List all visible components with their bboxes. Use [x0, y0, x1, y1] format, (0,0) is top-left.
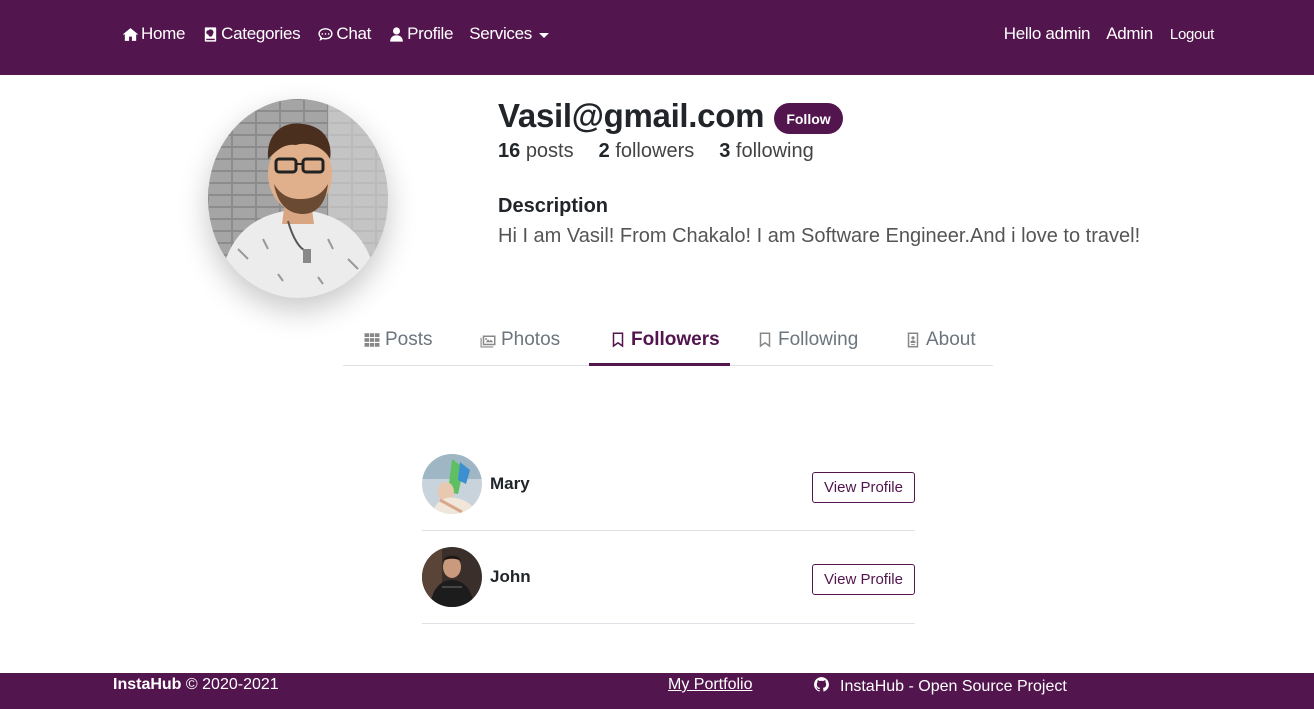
followers-list: Mary View Profile John View Profile: [422, 440, 915, 624]
avatar[interactable]: [422, 547, 482, 607]
nav-services-dropdown[interactable]: Services: [469, 24, 549, 44]
tab-about-label: About: [926, 329, 976, 350]
tab-photos-label: Photos: [501, 329, 561, 350]
nav-admin[interactable]: Admin: [1106, 24, 1153, 44]
bookmark-icon: [609, 331, 627, 349]
nav-services-label: Services: [469, 24, 532, 43]
follower-name[interactable]: Mary: [490, 474, 530, 494]
avatar[interactable]: [422, 454, 482, 514]
tab-followers-label: Followers: [631, 329, 720, 350]
chevron-down-icon: [538, 32, 549, 38]
nav-chat[interactable]: Chat: [316, 24, 371, 44]
nav-chat-label: Chat: [336, 24, 372, 43]
list-item: Mary View Profile: [422, 440, 915, 531]
stat-posts[interactable]: 16 posts: [498, 140, 574, 163]
view-profile-button[interactable]: View Profile: [812, 472, 915, 503]
nav-home[interactable]: Home: [121, 24, 185, 44]
footer-portfolio-link[interactable]: My Portfolio: [668, 676, 752, 694]
id-card-icon: [904, 331, 922, 349]
stat-followers[interactable]: 2 followers: [599, 140, 695, 163]
navbar: Home Categories Chat Profile Services He…: [0, 0, 1314, 75]
nav-categories[interactable]: Categories: [201, 24, 301, 44]
chat-icon: [316, 25, 334, 43]
nav-left: Home Categories Chat Profile Services: [121, 24, 565, 44]
nav-profile[interactable]: Profile: [387, 24, 453, 44]
stat-posts-label: posts: [525, 140, 574, 162]
follower-name[interactable]: John: [490, 567, 531, 587]
footer-copyright: © 2020-2021: [185, 676, 279, 693]
home-icon: [121, 25, 139, 43]
profile-tabs: Posts Photos Followers Following About: [343, 320, 993, 366]
stat-following-label: following: [735, 140, 814, 162]
profile-avatar: [208, 99, 388, 298]
description-text: Hi I am Vasil! From Chakalo! I am Softwa…: [498, 225, 1141, 247]
nav-profile-label: Profile: [407, 24, 454, 43]
tab-following-label: Following: [778, 329, 859, 350]
view-profile-button[interactable]: View Profile: [812, 564, 915, 595]
nav-right: Hello admin Admin Logout: [988, 24, 1215, 44]
follow-button[interactable]: Follow: [774, 103, 843, 134]
tab-photos[interactable]: Photos: [479, 329, 560, 351]
list-item: John View Profile: [422, 531, 915, 624]
footer-brand-name: InstaHub: [113, 676, 182, 693]
grid-icon: [363, 331, 381, 349]
footer-github-link[interactable]: InstaHub - Open Source Project: [813, 676, 1067, 698]
stat-following[interactable]: 3 following: [719, 140, 814, 163]
profile-stats: 16 posts 2 followers 3 following: [498, 140, 839, 163]
tab-followers[interactable]: Followers: [609, 329, 720, 351]
bookmark-outline-icon: [756, 331, 774, 349]
stat-posts-count: 16: [498, 140, 521, 162]
nav-home-label: Home: [141, 24, 186, 43]
tab-posts-label: Posts: [385, 329, 433, 350]
stat-following-count: 3: [719, 140, 731, 162]
description-title: Description: [498, 195, 609, 217]
tab-following[interactable]: Following: [756, 329, 858, 351]
stat-followers-count: 2: [598, 140, 610, 162]
images-icon: [479, 331, 497, 349]
nav-logout[interactable]: Logout: [1170, 26, 1214, 43]
user-icon: [387, 25, 405, 43]
footer-github-label: InstaHub - Open Source Project: [840, 678, 1067, 695]
active-tab-indicator: [589, 363, 730, 366]
profile-username: Vasil@gmail.com: [498, 97, 765, 134]
footer: InstaHub © 2020-2021 My Portfolio InstaH…: [0, 673, 1314, 709]
nav-greeting[interactable]: Hello admin: [1004, 24, 1091, 44]
stat-followers-label: followers: [615, 140, 695, 162]
github-icon: [813, 676, 840, 698]
footer-brand: InstaHub © 2020-2021: [113, 676, 279, 694]
nav-categories-label: Categories: [221, 24, 301, 43]
book-icon: [201, 25, 219, 43]
tab-posts[interactable]: Posts: [363, 329, 433, 351]
tab-about[interactable]: About: [904, 329, 976, 351]
